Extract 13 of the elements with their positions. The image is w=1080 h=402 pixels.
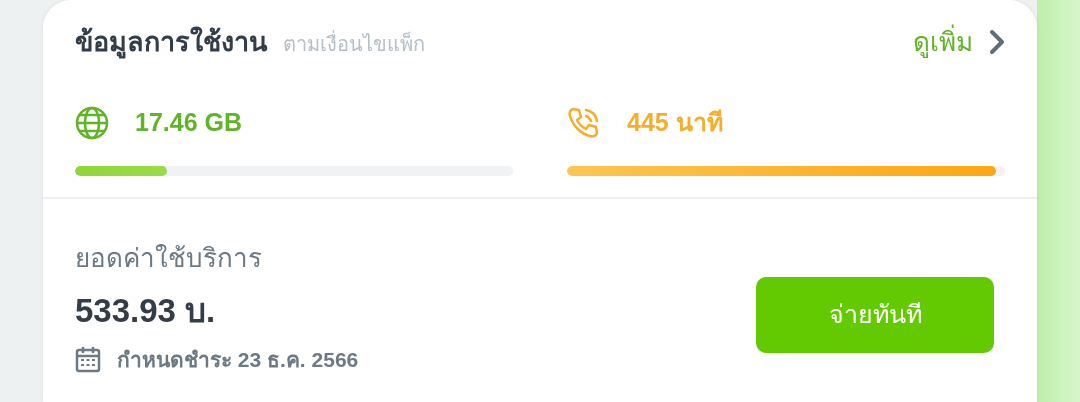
globe-icon: [75, 106, 109, 140]
calendar-icon: [75, 345, 101, 373]
usage-reading: 17.46 GB: [135, 107, 242, 139]
bill-label: ยอดค่าใช้บริการ: [75, 242, 263, 275]
section-title: ข้อมูลการใช้งาน: [75, 25, 267, 61]
due-date: กำหนดชำระ 23 ธ.ค. 2566: [117, 346, 359, 373]
chevron-right-icon[interactable]: [989, 29, 1005, 55]
pay-now-button[interactable]: จ่ายทันที: [756, 277, 994, 353]
usage-reading: 445 นาที: [627, 107, 723, 139]
bill-amount: 533.93 บ.: [75, 291, 217, 331]
phone-icon: [567, 106, 601, 140]
see-more-link[interactable]: ดูเพิ่ม: [913, 22, 973, 62]
section-subtitle: ตามเงื่อนไขแพ็ก: [283, 29, 425, 57]
